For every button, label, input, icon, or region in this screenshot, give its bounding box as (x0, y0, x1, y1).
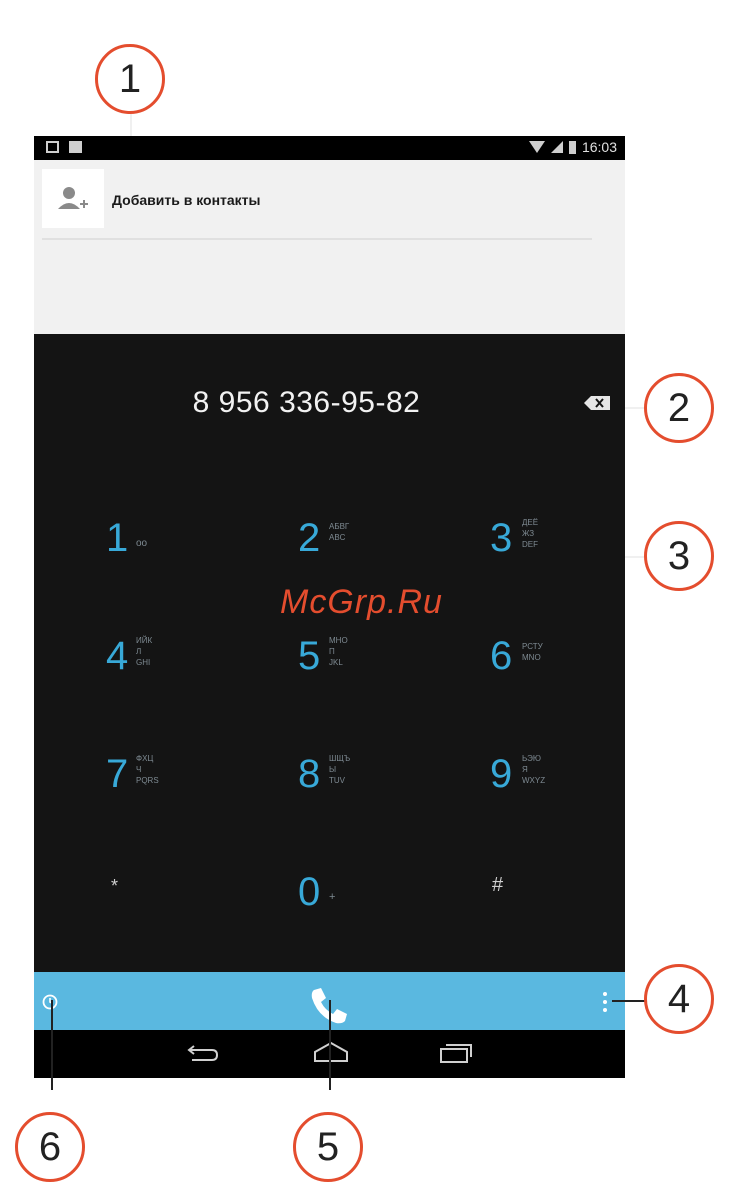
key-letters: ИЙК Л GHI (136, 636, 153, 667)
back-icon[interactable] (186, 1042, 220, 1064)
dialed-number[interactable]: 8 956 336-95-82 (34, 386, 579, 420)
key-digit: * (111, 876, 119, 896)
key-digit: 4 (106, 634, 129, 678)
key-letters: РСТУ MNO (522, 642, 543, 662)
key-digit: 1 (106, 516, 129, 560)
key-6[interactable]: 6 РСТУ MNO (428, 592, 625, 710)
key-0[interactable]: 0 + (231, 828, 428, 946)
key-letters: АБВГ ABC (329, 522, 350, 542)
key-digit: 3 (490, 516, 513, 560)
key-digit: 7 (106, 752, 129, 796)
key-letters: МНО П JKL (329, 636, 348, 667)
callout-4: 4 (644, 964, 714, 1034)
key-digit: 6 (490, 634, 513, 678)
callout-6: 6 (15, 1112, 85, 1182)
wifi-icon (528, 141, 545, 153)
key-letters: ФХЦ Ч PQRS (136, 754, 159, 785)
key-digit: 0 (298, 870, 321, 914)
contact-suggestion-area: Добавить в контакты (34, 160, 625, 334)
leader-5 (329, 1000, 331, 1090)
add-contact-button[interactable] (42, 169, 104, 228)
callout-5: 5 (293, 1112, 363, 1182)
key-digit: 8 (298, 752, 321, 796)
key-digit: 5 (298, 634, 321, 678)
key-letters: ЬЭЮ Я WXYZ (522, 754, 546, 785)
voicemail-icon: oo (136, 538, 148, 549)
key-1[interactable]: 1 oo (34, 474, 231, 592)
key-4[interactable]: 4 ИЙК Л GHI (34, 592, 231, 710)
key-digit: 9 (490, 752, 513, 796)
key-9[interactable]: 9 ЬЭЮ Я WXYZ (428, 710, 625, 828)
signal-icon (550, 141, 563, 153)
status-bar: 16:03 (34, 136, 625, 160)
callout-3: 3 (644, 521, 714, 591)
callout-2: 2 (644, 373, 714, 443)
key-letters: ШЩЪ Ы TUV (329, 754, 351, 785)
key-digit: 2 (298, 516, 321, 560)
leader-6 (51, 1000, 53, 1090)
home-icon[interactable] (312, 1040, 350, 1064)
key-2[interactable]: 2 АБВГ ABC (231, 474, 428, 592)
key-star[interactable]: * (34, 828, 231, 946)
status-time: 16:03 (581, 139, 617, 155)
key-3[interactable]: 3 ДЕЁ ЖЗ DEF (428, 474, 625, 592)
task-notification-icon (69, 141, 82, 153)
key-digit: # (492, 874, 504, 896)
battery-icon (568, 140, 576, 154)
key-7[interactable]: 7 ФХЦ Ч PQRS (34, 710, 231, 828)
overflow-menu-icon[interactable] (603, 992, 609, 1016)
recent-apps-icon[interactable] (439, 1042, 473, 1064)
leader-4 (612, 1000, 646, 1002)
dialpad: 1 oo 2 АБВГ ABC 3 ДЕЁ ЖЗ DEF 4 ИЙК Л GHI… (34, 474, 625, 972)
watermark: McGrp.Ru (280, 583, 443, 621)
number-display: 8 956 336-95-82 (34, 334, 625, 474)
key-letters: ДЕЁ ЖЗ DEF (522, 518, 539, 549)
gallery-notification-icon (46, 141, 59, 153)
add-contact-label[interactable]: Добавить в контакты (112, 192, 260, 208)
add-contact-icon (58, 187, 88, 209)
divider (42, 238, 592, 240)
key-8[interactable]: 8 ШЩЪ Ы TUV (231, 710, 428, 828)
callout-1: 1 (95, 44, 165, 114)
key-hash[interactable]: # (428, 828, 625, 946)
key-letters: + (329, 891, 336, 903)
call-history-icon[interactable] (42, 994, 58, 1010)
backspace-icon[interactable] (584, 396, 610, 410)
